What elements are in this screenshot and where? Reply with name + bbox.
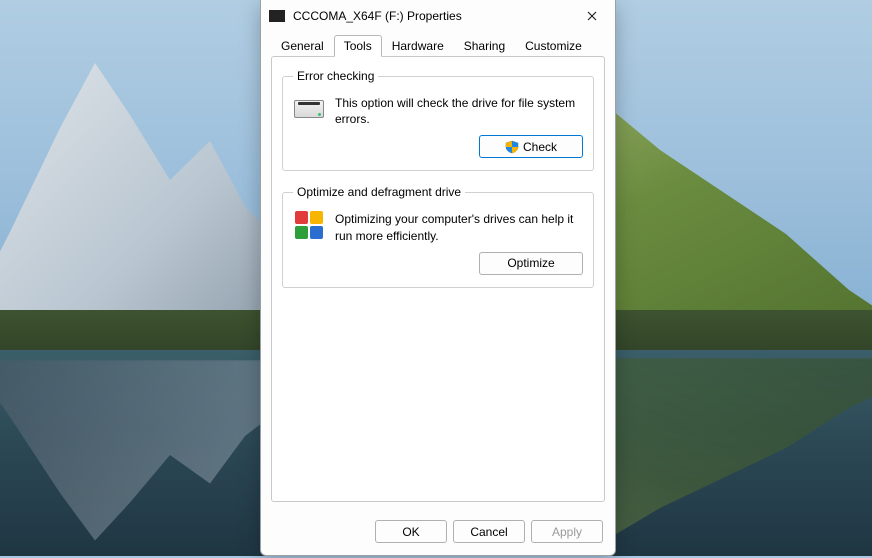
check-button[interactable]: Check <box>479 135 583 158</box>
close-button[interactable] <box>577 2 607 30</box>
drive-icon <box>293 95 325 123</box>
tab-general[interactable]: General <box>271 35 334 57</box>
tab-strip: General Tools Hardware Sharing Customize <box>261 34 615 56</box>
titlebar[interactable]: CCCOMA_X64F (F:) Properties <box>261 0 615 32</box>
optimize-button[interactable]: Optimize <box>479 252 583 275</box>
defrag-icon <box>293 211 325 239</box>
cancel-button[interactable]: Cancel <box>453 520 525 543</box>
uac-shield-icon <box>505 140 519 154</box>
optimize-button-label: Optimize <box>507 256 554 270</box>
close-icon <box>587 11 597 21</box>
dialog-footer: OK Cancel Apply <box>261 510 615 555</box>
properties-dialog: CCCOMA_X64F (F:) Properties General Tool… <box>260 0 616 556</box>
tab-tools[interactable]: Tools <box>334 35 382 57</box>
window-title: CCCOMA_X64F (F:) Properties <box>293 9 577 23</box>
error-checking-group: Error checking This option will check th… <box>282 69 594 171</box>
tab-hardware[interactable]: Hardware <box>382 35 454 57</box>
ok-button[interactable]: OK <box>375 520 447 543</box>
apply-button[interactable]: Apply <box>531 520 603 543</box>
optimize-description: Optimizing your computer's drives can he… <box>335 211 583 243</box>
optimize-legend: Optimize and defragment drive <box>293 185 465 199</box>
check-button-label: Check <box>523 140 557 154</box>
error-checking-legend: Error checking <box>293 69 378 83</box>
system-menu-icon <box>269 10 285 22</box>
tab-sharing[interactable]: Sharing <box>454 35 515 57</box>
error-checking-description: This option will check the drive for fil… <box>335 95 583 127</box>
optimize-group: Optimize and defragment drive Optimizing… <box>282 185 594 287</box>
tab-page-tools: Error checking This option will check th… <box>271 56 605 502</box>
tab-customize[interactable]: Customize <box>515 35 592 57</box>
